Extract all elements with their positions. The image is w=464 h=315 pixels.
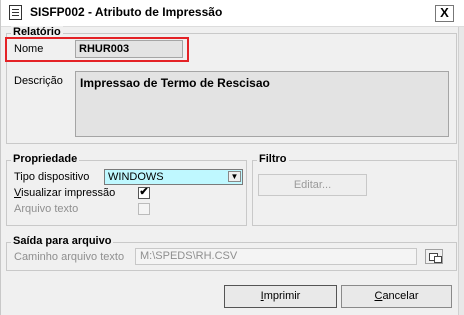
title-bar: SISFP002 - Atributo de Impressão X [1,0,464,27]
window-title: SISFP002 - Atributo de Impressão [30,5,223,19]
filtro-legend: Filtro [257,153,289,165]
imprimir-button[interactable]: Imprimir [224,285,337,308]
cancelar-label-rest: ancelar [382,290,419,302]
nome-highlight-box [5,37,189,62]
chevron-down-icon[interactable]: ▼ [228,171,241,182]
saida-legend: Saída para arquivo [11,235,114,247]
caminho-label: Caminho arquivo texto [14,251,125,263]
arquivo-texto-label: Arquivo texto [14,203,79,215]
visualizar-checkbox[interactable]: ✔ [138,187,150,199]
browse-folder-icon[interactable] [425,249,443,264]
propriedade-legend: Propriedade [11,153,80,165]
descricao-label: Descrição [14,75,63,87]
close-button[interactable]: X [435,5,454,22]
document-icon [9,5,22,20]
descricao-field[interactable]: Impressao de Termo de Rescisao [75,71,449,137]
visualizar-label: Visualizar impressão [14,187,115,199]
tipo-dispositivo-value: WINDOWS [108,171,164,183]
background-scrollbar [458,27,464,315]
editar-button[interactable]: Editar... [258,174,367,196]
dialog-window: SISFP002 - Atributo de Impressão X Relat… [0,0,464,315]
tipo-dispositivo-select[interactable]: WINDOWS ▼ [104,169,243,185]
caminho-field[interactable]: M:\SPEDS\RH.CSV [135,248,417,265]
arquivo-texto-checkbox[interactable] [138,203,150,215]
tipo-dispositivo-label: Tipo dispositivo [14,171,90,183]
imprimir-label-rest: mprimir [263,290,301,302]
cancelar-button[interactable]: Cancelar [341,285,452,308]
visualizar-label-rest: isualizar impressão [21,187,116,199]
